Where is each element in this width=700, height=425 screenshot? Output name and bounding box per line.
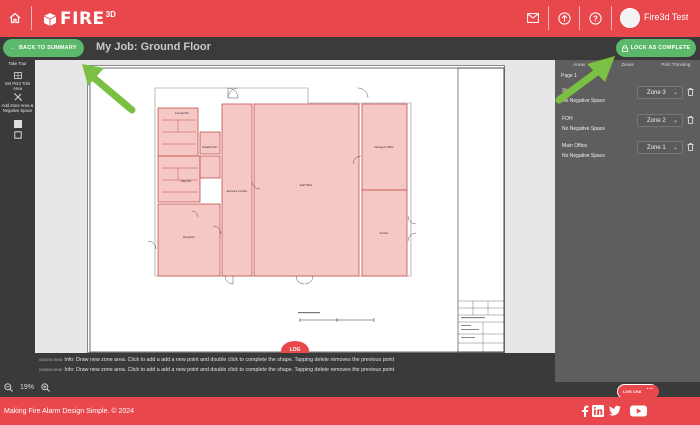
upload-icon [557, 11, 571, 25]
home-icon [9, 12, 21, 24]
zone-area-name: Main Office [562, 143, 588, 149]
divider [611, 6, 612, 30]
drawing-sheet[interactable]: Female WC Disabled WC Male WC Entrance C… [87, 65, 505, 353]
help-icon: ? [588, 11, 602, 25]
zone-select-value: Zone 3 [647, 90, 666, 96]
trash-icon[interactable] [687, 116, 694, 124]
info-line: 03/05/24 09:50 Info: Draw new zone area. … [39, 357, 394, 363]
home-button[interactable] [4, 7, 26, 29]
divider [579, 6, 580, 30]
info-log: 03/05/24 09:50 Info: Draw new zone area. … [35, 353, 555, 378]
zone-select-value: Zone 1 [647, 145, 666, 151]
room-label: Reception [183, 235, 195, 239]
page-title: My Job: Ground Floor [96, 41, 211, 53]
add-zone-label[interactable]: Add Zone Area & Negative Space [0, 103, 35, 113]
info-timestamp: 03/05/24 09:50 [39, 358, 63, 362]
room-label: Managers Office [375, 145, 395, 149]
cube-logo-icon [43, 12, 57, 26]
facebook-icon[interactable] [579, 405, 591, 417]
chevron-down-icon: ⌄ [672, 145, 678, 151]
print-area-icon[interactable] [13, 71, 22, 80]
chevron-down-icon: ⌄ [672, 118, 678, 124]
room-label: Male WC [181, 179, 192, 183]
info-text: Info: Draw new zone area. Click to add a… [64, 357, 395, 363]
scale-bar [299, 318, 375, 322]
room-label: Staff Office [300, 183, 313, 187]
footer-text: Making Fire Alarm Design Simple. © 2024 [4, 408, 135, 415]
add-zone-icon[interactable] [13, 92, 22, 101]
mail-button[interactable] [525, 10, 541, 26]
tab-print-trimming[interactable]: Print Trimming [652, 60, 700, 69]
divider [31, 6, 32, 30]
back-to-summary-label: BACK TO SUMMARY [19, 45, 77, 51]
arrow-left-icon: ← [10, 45, 16, 51]
zone-area-negative: No Negative Space [562, 126, 606, 132]
logo-superscript: 3D [105, 9, 116, 19]
zone-row: FOH No Negative Space Zone 2 ⌄ [555, 113, 700, 137]
chevron-down-icon: ⌄ [672, 90, 678, 96]
logo: FIRE 3D [43, 9, 116, 29]
zone-area-name: FOH [562, 116, 573, 122]
youtube-icon[interactable] [630, 405, 647, 417]
zone-select[interactable]: Zone 2 ⌄ [637, 114, 683, 127]
help-button[interactable]: ? [587, 10, 603, 26]
left-toolbar: Take Tour Set Print Trim Area Add Zone A… [0, 60, 35, 380]
zoom-in-icon[interactable] [41, 382, 50, 392]
upload-button[interactable] [556, 10, 572, 26]
print-trim-area-label[interactable]: Set Print Trim Area [0, 81, 35, 91]
filled-square-icon[interactable] [13, 119, 22, 128]
info-line: 03/05/24 09:50 Info: Draw new zone area. … [39, 367, 394, 373]
take-tour-button[interactable]: Take Tour [0, 61, 35, 66]
linkedin-icon[interactable] [592, 405, 604, 417]
svg-text:?: ? [593, 14, 598, 23]
zone-area-negative: No Negative Space [562, 153, 606, 159]
info-timestamp: 03/05/24 09:50 [39, 368, 63, 372]
room-label: Entrance Corridor [227, 189, 248, 193]
trash-icon[interactable] [687, 88, 694, 96]
lock-as-complete-label: LOCK AS COMPLETE [630, 45, 691, 51]
user-name[interactable]: Fire3d Test [644, 12, 688, 22]
zoom-controls: 19% [4, 381, 50, 393]
outline-square-icon[interactable] [13, 130, 22, 139]
zone-select[interactable]: Zone 3 ⌄ [637, 86, 683, 99]
annotation-arrow-right [555, 56, 615, 104]
top-bar: FIRE 3D ? Fire3d Test [0, 0, 700, 37]
room-label: Kitchen [380, 231, 389, 235]
zoom-level: 19% [20, 383, 35, 391]
avatar[interactable] [620, 8, 640, 28]
annotation-arrow-left [82, 64, 136, 114]
trash-icon[interactable] [687, 143, 694, 151]
floor-plan[interactable]: Female WC Disabled WC Male WC Entrance C… [88, 66, 506, 354]
lock-as-complete-button[interactable]: LOCK AS COMPLETE [616, 39, 696, 57]
twitter-icon[interactable] [609, 405, 621, 417]
info-text: Info: Draw new zone area. Click to add a… [64, 367, 395, 373]
back-to-summary-button[interactable]: ← BACK TO SUMMARY [3, 39, 84, 57]
logo-text: FIRE [60, 9, 105, 29]
zoom-out-icon[interactable] [4, 382, 13, 392]
room-label: Female WC [175, 111, 189, 115]
divider [548, 6, 549, 30]
zone-row: Main Office No Negative Space Zone 1 ⌄ [555, 140, 700, 164]
zone-select[interactable]: Zone 1 ⌄ [637, 141, 683, 154]
footer: Making Fire Alarm Design Simple. © 2024 [0, 397, 700, 425]
zone-select-value: Zone 2 [647, 118, 666, 124]
room-label: Disabled WC [202, 145, 217, 149]
mail-icon [527, 13, 539, 23]
